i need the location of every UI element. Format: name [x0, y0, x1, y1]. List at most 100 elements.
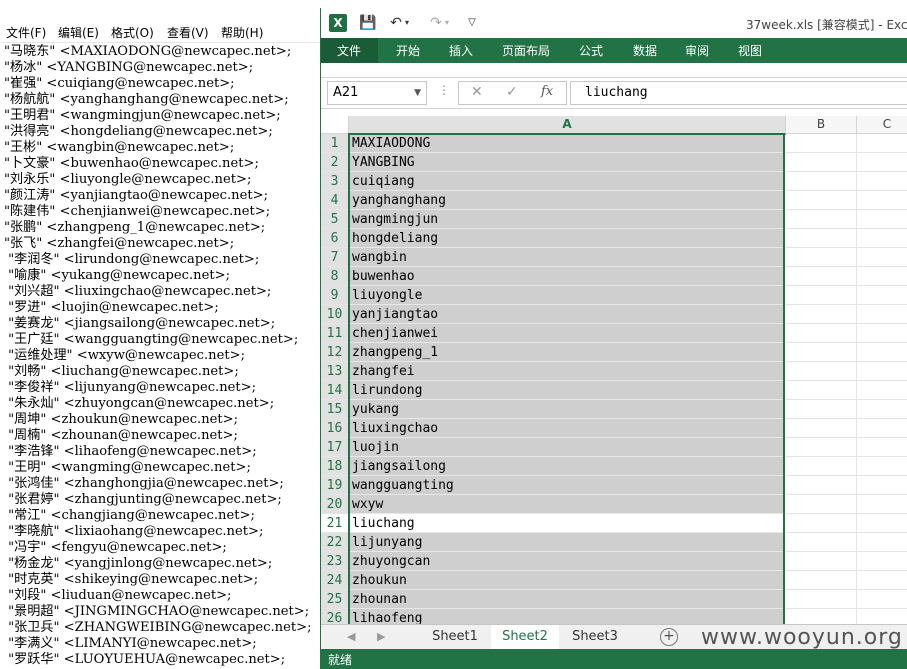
- tab-home[interactable]: 开始: [396, 42, 420, 59]
- cell-c[interactable]: [857, 191, 907, 210]
- cell-c[interactable]: [857, 286, 907, 305]
- sheet-tab-sheet2[interactable]: Sheet2: [491, 625, 559, 651]
- cell-c[interactable]: [857, 134, 907, 153]
- cell-c[interactable]: [857, 343, 907, 362]
- cell-c[interactable]: [857, 229, 907, 248]
- cell-a[interactable]: buwenhao: [349, 267, 785, 286]
- row-header[interactable]: 24: [321, 571, 349, 590]
- cell-a[interactable]: luojin: [349, 438, 785, 457]
- tab-formulas[interactable]: 公式: [579, 42, 603, 59]
- cell-c[interactable]: [857, 381, 907, 400]
- row-header[interactable]: 21: [321, 514, 349, 533]
- cell-b[interactable]: [786, 419, 857, 438]
- cell-a[interactable]: cuiqiang: [349, 172, 785, 191]
- formula-input[interactable]: liuchang: [570, 81, 907, 105]
- tab-insert[interactable]: 插入: [449, 42, 473, 59]
- cell-b[interactable]: [786, 191, 857, 210]
- cell-a[interactable]: wangmingjun: [349, 210, 785, 229]
- undo-dropdown-icon[interactable]: ▾: [401, 12, 413, 34]
- cell-b[interactable]: [786, 400, 857, 419]
- cell-a[interactable]: lihaofeng: [349, 609, 785, 624]
- cell-c[interactable]: [857, 609, 907, 624]
- cell-b[interactable]: [786, 324, 857, 343]
- row-header[interactable]: 9: [321, 286, 349, 305]
- cell-a[interactable]: zhoukun: [349, 571, 785, 590]
- cell-a[interactable]: yanghanghang: [349, 191, 785, 210]
- cell-a[interactable]: wxyw: [349, 495, 785, 514]
- cell-c[interactable]: [857, 438, 907, 457]
- insert-function-icon[interactable]: fx: [541, 84, 553, 99]
- cell-c[interactable]: [857, 476, 907, 495]
- cell-a[interactable]: MAXIAODONG: [349, 134, 785, 153]
- cell-c[interactable]: [857, 552, 907, 571]
- cell-b[interactable]: [786, 172, 857, 191]
- cell-c[interactable]: [857, 362, 907, 381]
- column-header-a[interactable]: A: [349, 116, 786, 135]
- cell-b[interactable]: [786, 305, 857, 324]
- cell-b[interactable]: [786, 476, 857, 495]
- cell-b[interactable]: [786, 362, 857, 381]
- cell-a[interactable]: hongdeliang: [349, 229, 785, 248]
- cell-b[interactable]: [786, 495, 857, 514]
- tab-file[interactable]: 文件: [337, 42, 361, 59]
- cell-c[interactable]: [857, 457, 907, 476]
- row-header[interactable]: 8: [321, 267, 349, 286]
- menu-format[interactable]: 格式(O): [111, 24, 154, 41]
- row-header[interactable]: 12: [321, 343, 349, 362]
- cell-a[interactable]: zhuyongcan: [349, 552, 785, 571]
- scroll-sheets-right-icon[interactable]: ▶: [377, 630, 385, 643]
- row-header[interactable]: 1: [321, 134, 349, 153]
- sheet-tab-sheet3[interactable]: Sheet3: [561, 625, 629, 649]
- cell-c[interactable]: [857, 514, 907, 533]
- customize-quick-access-icon[interactable]: ▽: [461, 12, 483, 34]
- cell-c[interactable]: [857, 210, 907, 229]
- select-all-corner[interactable]: [321, 116, 349, 134]
- row-header[interactable]: 6: [321, 229, 349, 248]
- row-header[interactable]: 19: [321, 476, 349, 495]
- cell-b[interactable]: [786, 457, 857, 476]
- cell-c[interactable]: [857, 172, 907, 191]
- cell-b[interactable]: [786, 533, 857, 552]
- row-header[interactable]: 13: [321, 362, 349, 381]
- cell-c[interactable]: [857, 305, 907, 324]
- cell-b[interactable]: [786, 609, 857, 624]
- column-header-c[interactable]: C: [857, 116, 907, 134]
- cell-a[interactable]: zhangfei: [349, 362, 785, 381]
- cell-b[interactable]: [786, 267, 857, 286]
- scroll-sheets-left-icon[interactable]: ◀: [347, 630, 355, 643]
- cell-c[interactable]: [857, 248, 907, 267]
- tab-data[interactable]: 数据: [633, 42, 657, 59]
- notepad-text-area[interactable]: "马晓东" <MAXIAODONG@newcapec.net>; "杨冰" <YA…: [4, 44, 320, 669]
- cell-b[interactable]: [786, 210, 857, 229]
- save-icon[interactable]: 💾: [357, 12, 379, 34]
- confirm-icon[interactable]: ✓: [506, 84, 518, 100]
- add-sheet-icon[interactable]: +: [660, 628, 678, 646]
- menu-edit[interactable]: 编辑(E): [58, 24, 99, 41]
- cell-a[interactable]: yukang: [349, 400, 785, 419]
- tab-page-layout[interactable]: 页面布局: [502, 42, 550, 59]
- cell-b[interactable]: [786, 343, 857, 362]
- cell-b[interactable]: [786, 514, 857, 533]
- cell-c[interactable]: [857, 571, 907, 590]
- formula-bar-resize-icon[interactable]: ⋮: [438, 83, 450, 97]
- cell-a[interactable]: jiangsailong: [349, 457, 785, 476]
- menu-file[interactable]: 文件(F): [6, 24, 46, 41]
- cell-b[interactable]: [786, 381, 857, 400]
- row-header[interactable]: 15: [321, 400, 349, 419]
- cell-a[interactable]: wangbin: [349, 248, 785, 267]
- cell-a[interactable]: zhounan: [349, 590, 785, 609]
- chevron-down-icon[interactable]: ▼: [414, 82, 421, 104]
- row-header[interactable]: 10: [321, 305, 349, 324]
- cell-b[interactable]: [786, 286, 857, 305]
- row-header[interactable]: 23: [321, 552, 349, 571]
- row-header[interactable]: 16: [321, 419, 349, 438]
- cell-c[interactable]: [857, 324, 907, 343]
- cell-a[interactable]: liuchang: [349, 514, 785, 533]
- row-header[interactable]: 14: [321, 381, 349, 400]
- cancel-icon[interactable]: ✕: [471, 84, 483, 100]
- cell-b[interactable]: [786, 552, 857, 571]
- cell-a[interactable]: yanjiangtao: [349, 305, 785, 324]
- cell-a[interactable]: zhangpeng_1: [349, 343, 785, 362]
- cell-a[interactable]: lirundong: [349, 381, 785, 400]
- cell-b[interactable]: [786, 153, 857, 172]
